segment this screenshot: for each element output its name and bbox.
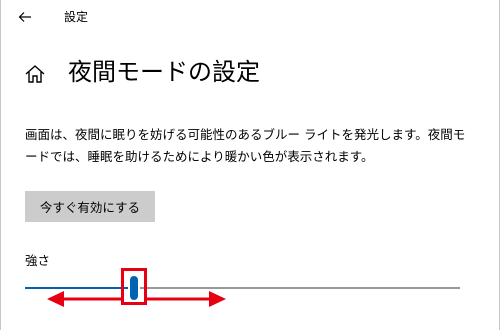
drag-direction-arrows xyxy=(47,291,226,307)
left-arrow-icon xyxy=(47,291,124,307)
right-arrow-icon xyxy=(145,291,226,307)
